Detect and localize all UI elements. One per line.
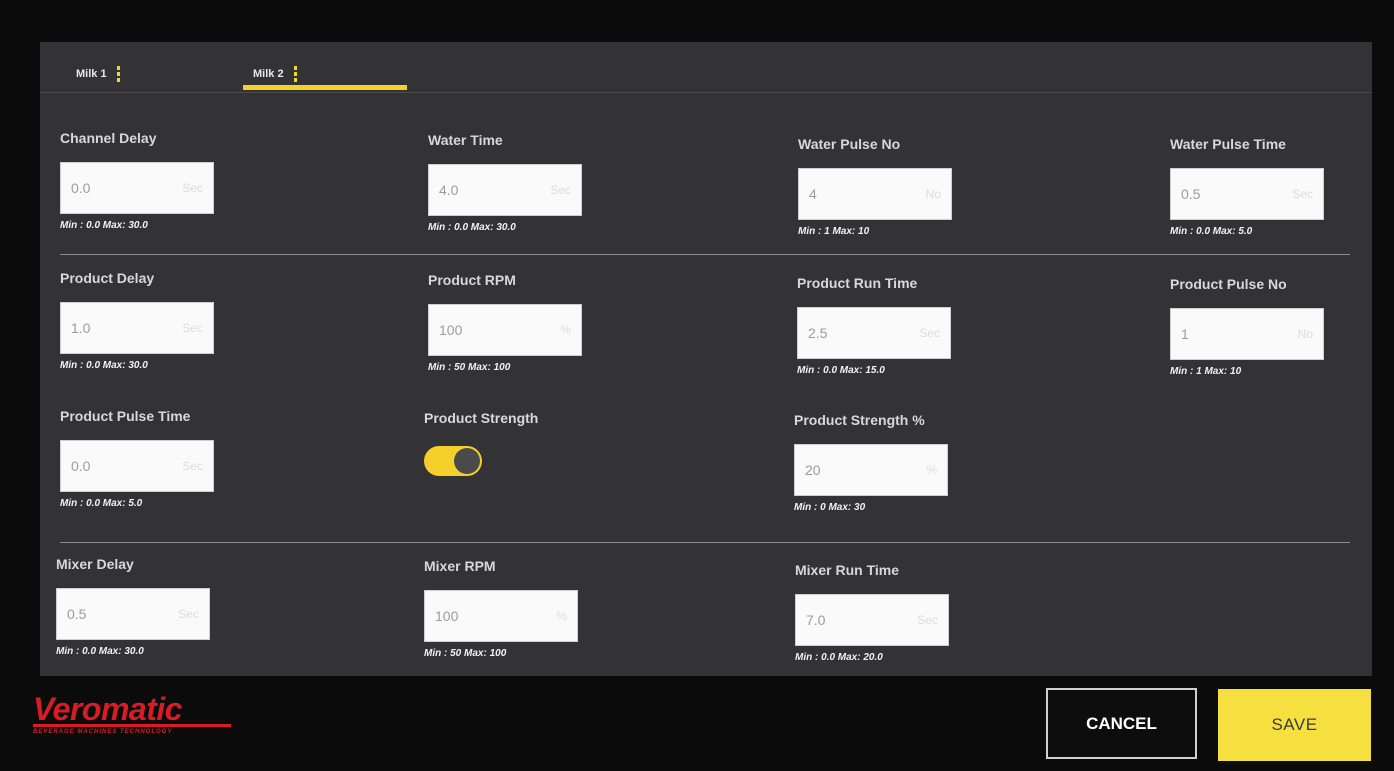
range-hint: Min : 0.0 Max: 5.0 — [60, 498, 143, 509]
tab-label: Milk 1 — [76, 68, 107, 80]
mixer-rpm-input[interactable]: 100 % — [424, 590, 578, 642]
veromatic-logo: Veromatic BEVERAGE MACHINES TECHNOLOGY — [33, 692, 253, 742]
range-hint: Min : 1 Max: 10 — [798, 226, 870, 237]
logo-subtext: BEVERAGE MACHINES TECHNOLOGY — [33, 729, 173, 735]
input-unit: Sec — [182, 181, 203, 195]
product-strength-percent-input[interactable]: 20 % — [794, 444, 948, 496]
field-label: Channel Delay — [60, 130, 157, 146]
input-unit: Sec — [919, 326, 940, 340]
water-time-input[interactable]: 4.0 Sec — [428, 164, 582, 216]
input-value: 0.0 — [71, 458, 91, 474]
input-unit: % — [556, 609, 567, 623]
input-unit: No — [1297, 327, 1313, 341]
channel-delay-field: Channel Delay 0.0 Sec Min : 0.0 Max: 30.… — [60, 128, 280, 233]
input-value: 100 — [439, 322, 463, 338]
input-unit: Sec — [178, 607, 199, 621]
product-pulse-no-field: Product Pulse No 1 No Min : 1 Max: 10 — [1170, 274, 1372, 379]
water-pulse-time-field: Water Pulse Time 0.5 Sec Min : 0.0 Max: … — [1170, 134, 1372, 239]
product-pulse-time-input[interactable]: 0.0 Sec — [60, 440, 214, 492]
product-strength-field: Product Strength — [424, 408, 644, 476]
product-strength-toggle[interactable] — [424, 446, 482, 476]
range-hint: Min : 50 Max: 100 — [428, 362, 511, 373]
mixer-run-time-field: Mixer Run Time 7.0 Sec Min : 0.0 Max: 20… — [795, 560, 1015, 665]
input-value: 2.5 — [808, 325, 828, 341]
water-pulse-no-input[interactable]: 4 No — [798, 168, 952, 220]
product-delay-field: Product Delay 1.0 Sec Min : 0.0 Max: 30.… — [60, 268, 280, 373]
input-value: 20 — [805, 462, 821, 478]
input-unit: Sec — [182, 321, 203, 335]
input-unit: % — [926, 463, 937, 477]
range-hint: Min : 50 Max: 100 — [424, 648, 507, 659]
product-delay-input[interactable]: 1.0 Sec — [60, 302, 214, 354]
field-label: Product Delay — [60, 270, 155, 286]
tab-label: Milk 2 — [253, 68, 284, 80]
product-pulse-no-input[interactable]: 1 No — [1170, 308, 1324, 360]
field-label: Mixer RPM — [424, 558, 496, 574]
cancel-button[interactable]: CANCEL — [1046, 688, 1197, 759]
field-label: Mixer Delay — [56, 556, 134, 572]
range-hint: Min : 0.0 Max: 5.0 — [1170, 226, 1253, 237]
mixer-rpm-field: Mixer RPM 100 % Min : 50 Max: 100 — [424, 556, 644, 661]
input-unit: Sec — [917, 613, 938, 627]
product-run-time-field: Product Run Time 2.5 Sec Min : 0.0 Max: … — [797, 273, 1017, 378]
toggle-knob — [454, 448, 480, 474]
input-value: 100 — [435, 608, 459, 624]
field-label: Mixer Run Time — [795, 562, 899, 578]
input-value: 1 — [1181, 326, 1189, 342]
range-hint: Min : 0 Max: 30 — [794, 502, 866, 513]
tab-divider — [40, 92, 1372, 93]
range-hint: Min : 0.0 Max: 30.0 — [428, 222, 516, 233]
range-hint: Min : 0.0 Max: 30.0 — [56, 646, 144, 657]
input-unit: % — [560, 323, 571, 337]
logo-text: Veromatic — [33, 691, 183, 727]
input-unit: Sec — [182, 459, 203, 473]
channel-delay-input[interactable]: 0.0 Sec — [60, 162, 214, 214]
field-label: Product Pulse No — [1170, 276, 1287, 292]
input-value: 0.0 — [71, 180, 91, 196]
section-divider — [60, 542, 1350, 543]
input-unit: Sec — [1292, 187, 1313, 201]
input-value: 4 — [809, 186, 817, 202]
range-hint: Min : 0.0 Max: 30.0 — [60, 220, 148, 231]
range-hint: Min : 1 Max: 10 — [1170, 366, 1242, 377]
input-value: 1.0 — [71, 320, 91, 336]
tab-milk-1[interactable]: Milk 1 — [76, 52, 120, 96]
input-unit: Sec — [550, 183, 571, 197]
mixer-delay-input[interactable]: 0.5 Sec — [56, 588, 210, 640]
product-rpm-input[interactable]: 100 % — [428, 304, 582, 356]
field-label: Product Strength % — [794, 412, 925, 428]
field-label: Water Pulse Time — [1170, 136, 1286, 152]
input-value: 0.5 — [1181, 186, 1201, 202]
kebab-menu-icon[interactable] — [293, 66, 297, 82]
water-pulse-time-input[interactable]: 0.5 Sec — [1170, 168, 1324, 220]
input-value: 7.0 — [806, 612, 826, 628]
kebab-menu-icon[interactable] — [116, 66, 120, 82]
water-pulse-no-field: Water Pulse No 4 No Min : 1 Max: 10 — [798, 134, 1018, 239]
field-label: Product Strength — [424, 410, 539, 426]
mixer-delay-field: Mixer Delay 0.5 Sec Min : 0.0 Max: 30.0 — [56, 554, 276, 659]
range-hint: Min : 0.0 Max: 20.0 — [795, 652, 883, 663]
section-divider — [60, 254, 1350, 255]
product-pulse-time-field: Product Pulse Time 0.0 Sec Min : 0.0 Max… — [60, 406, 280, 511]
input-value: 4.0 — [439, 182, 459, 198]
range-hint: Min : 0.0 Max: 15.0 — [797, 365, 885, 376]
settings-panel: Milk 1 Milk 2 Channel Delay 0.0 Sec Min … — [40, 42, 1372, 676]
field-label: Product Pulse Time — [60, 408, 191, 424]
field-label: Water Time — [428, 132, 503, 148]
mixer-run-time-input[interactable]: 7.0 Sec — [795, 594, 949, 646]
field-label: Product RPM — [428, 272, 516, 288]
save-button[interactable]: SAVE — [1218, 689, 1371, 761]
input-value: 0.5 — [67, 606, 87, 622]
range-hint: Min : 0.0 Max: 30.0 — [60, 360, 148, 371]
input-unit: No — [925, 187, 941, 201]
field-label: Product Run Time — [797, 275, 918, 291]
product-strength-percent-field: Product Strength % 20 % Min : 0 Max: 30 — [794, 410, 1014, 515]
active-tab-indicator — [243, 85, 407, 90]
field-label: Water Pulse No — [798, 136, 901, 152]
water-time-field: Water Time 4.0 Sec Min : 0.0 Max: 30.0 — [428, 130, 648, 235]
product-rpm-field: Product RPM 100 % Min : 50 Max: 100 — [428, 270, 648, 375]
product-run-time-input[interactable]: 2.5 Sec — [797, 307, 951, 359]
